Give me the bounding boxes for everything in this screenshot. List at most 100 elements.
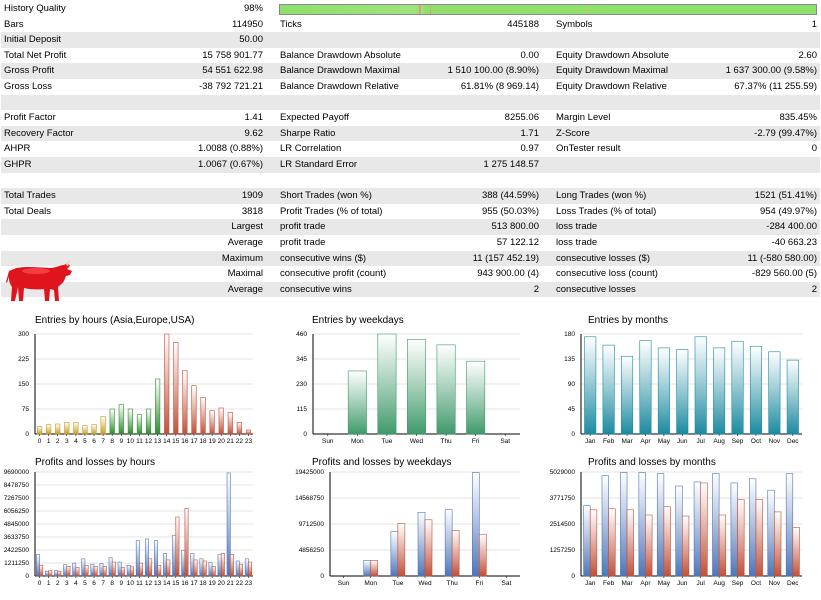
stat-value: 835.45% [779, 112, 817, 124]
x-tick-label: 15 [172, 580, 180, 587]
stat-value: 1 275 148.57 [483, 158, 539, 170]
stat-value: -40 663.23 [771, 236, 817, 248]
stat-value: 1.41 [244, 112, 264, 124]
x-tick-label: Wed [418, 580, 432, 587]
stats-row: Initial Deposit 50.00 [1, 32, 820, 48]
x-tick-label: Sun [338, 580, 350, 587]
x-tick-label: Feb [603, 438, 615, 445]
stat-value: 9.62 [244, 127, 264, 139]
x-tick-label: May [658, 580, 671, 587]
y-tick-label: 2514500 [550, 521, 576, 528]
y-tick-label: 0 [303, 431, 307, 438]
y-tick-label: 0 [25, 431, 29, 438]
stat-value [381, 95, 539, 111]
y-tick-label: 460 [296, 331, 307, 338]
chart-2: Entries by weekdays 0 115 230 345 460 Sun Mon Tu… [280, 312, 542, 452]
chart-bar [64, 422, 70, 435]
stat-value: 1521 (51.41%) [754, 190, 817, 202]
x-tick-label: 1 [47, 438, 51, 445]
stat-value: 1 [811, 18, 817, 30]
chart-bar [117, 561, 122, 577]
x-tick-label: 23 [245, 580, 253, 587]
y-tick-label: 8478750 [4, 482, 30, 489]
chart-5: Profits and losses by weekdays 0 4856250 97… [280, 454, 542, 596]
chart-bar [656, 473, 665, 577]
chart-bar [163, 553, 168, 577]
y-tick-label: 75 [22, 406, 30, 413]
stats-row [1, 173, 820, 189]
chart-bar [436, 344, 456, 435]
x-tick-label: 13 [154, 438, 162, 445]
chart-bar [199, 558, 204, 577]
x-tick-label: Fri [475, 580, 483, 587]
chart-bar [211, 566, 216, 577]
x-tick-label: 0 [38, 580, 42, 587]
chart-bar [621, 355, 634, 435]
chart-bar [602, 344, 615, 435]
chart-bar [248, 561, 253, 577]
x-tick-label: Sun [322, 438, 334, 445]
chart-bar [35, 554, 40, 577]
y-tick-label: 14568750 [295, 495, 324, 502]
x-tick-label: 19 [209, 580, 217, 587]
chart-bar [377, 333, 397, 435]
x-tick-label: Jul [697, 580, 706, 587]
x-tick-label: Sat [500, 438, 510, 445]
chart-bar [676, 349, 689, 435]
stat-value: 0 [811, 143, 817, 155]
chart-bar [202, 560, 207, 577]
chart-bar [227, 412, 233, 435]
chart-bar [601, 475, 609, 577]
chart-bar [130, 566, 134, 577]
stat-value [641, 173, 817, 189]
chart-bar [39, 564, 44, 577]
chart-bar [786, 359, 799, 435]
x-tick-label: 12 [145, 580, 153, 587]
stats-row: Maximal consecutive profit (count) 943 900… [1, 266, 820, 282]
x-tick-label: 0 [38, 438, 42, 445]
chart-bar [244, 558, 249, 577]
chart-bar [478, 533, 487, 577]
y-tick-label: 230 [296, 381, 307, 388]
chart-bar [46, 424, 52, 435]
chart-bar [111, 561, 116, 577]
x-tick-label: Aug [713, 580, 725, 587]
y-tick-label: 2422500 [4, 547, 30, 554]
x-tick-label: Jan [585, 580, 596, 587]
chart-bar [127, 408, 133, 435]
x-tick-label: 9 [119, 438, 123, 445]
stat-value [641, 32, 817, 48]
history-quality-bar [279, 4, 817, 15]
stat-value: -2.79 (99.47%) [754, 127, 817, 139]
y-tick-label: 4856250 [299, 547, 325, 554]
chart-svg: 0 1257250 2514500 3771750 5029000 Jan Feb Mar Ap… [550, 469, 802, 587]
y-tick-label: 3771750 [550, 495, 576, 502]
chart-bar [102, 566, 107, 577]
charts-area: Entries by hours (Asia,Europe,USA) 0 75 150… [0, 312, 821, 600]
chart-bar [173, 342, 179, 435]
x-tick-label: 4 [74, 580, 78, 587]
stat-value: 61.81% (8 969.14) [460, 80, 539, 92]
chart-bar [135, 540, 140, 577]
chart-bar [657, 347, 670, 435]
chart-bar [145, 408, 152, 435]
chart-bar [90, 563, 95, 577]
chart-bar [774, 511, 782, 577]
stat-value [121, 173, 263, 189]
chart-bar [220, 553, 225, 577]
stat-value [381, 173, 539, 189]
chart-bar [164, 333, 170, 435]
x-tick-label: 3 [65, 580, 69, 587]
chart-bar [638, 472, 646, 577]
chart-bar [91, 424, 97, 435]
stat-value [641, 95, 817, 111]
chart-bar [63, 564, 68, 577]
x-tick-label: 13 [154, 580, 162, 587]
stat-value: 0.00 [520, 49, 540, 61]
chart-bar [72, 562, 77, 577]
stat-value [121, 219, 263, 235]
stat-value: 943 900.00 (4) [477, 268, 539, 280]
chart-bar [749, 345, 762, 435]
chart-bar [139, 562, 144, 577]
x-tick-label: 15 [172, 438, 180, 445]
